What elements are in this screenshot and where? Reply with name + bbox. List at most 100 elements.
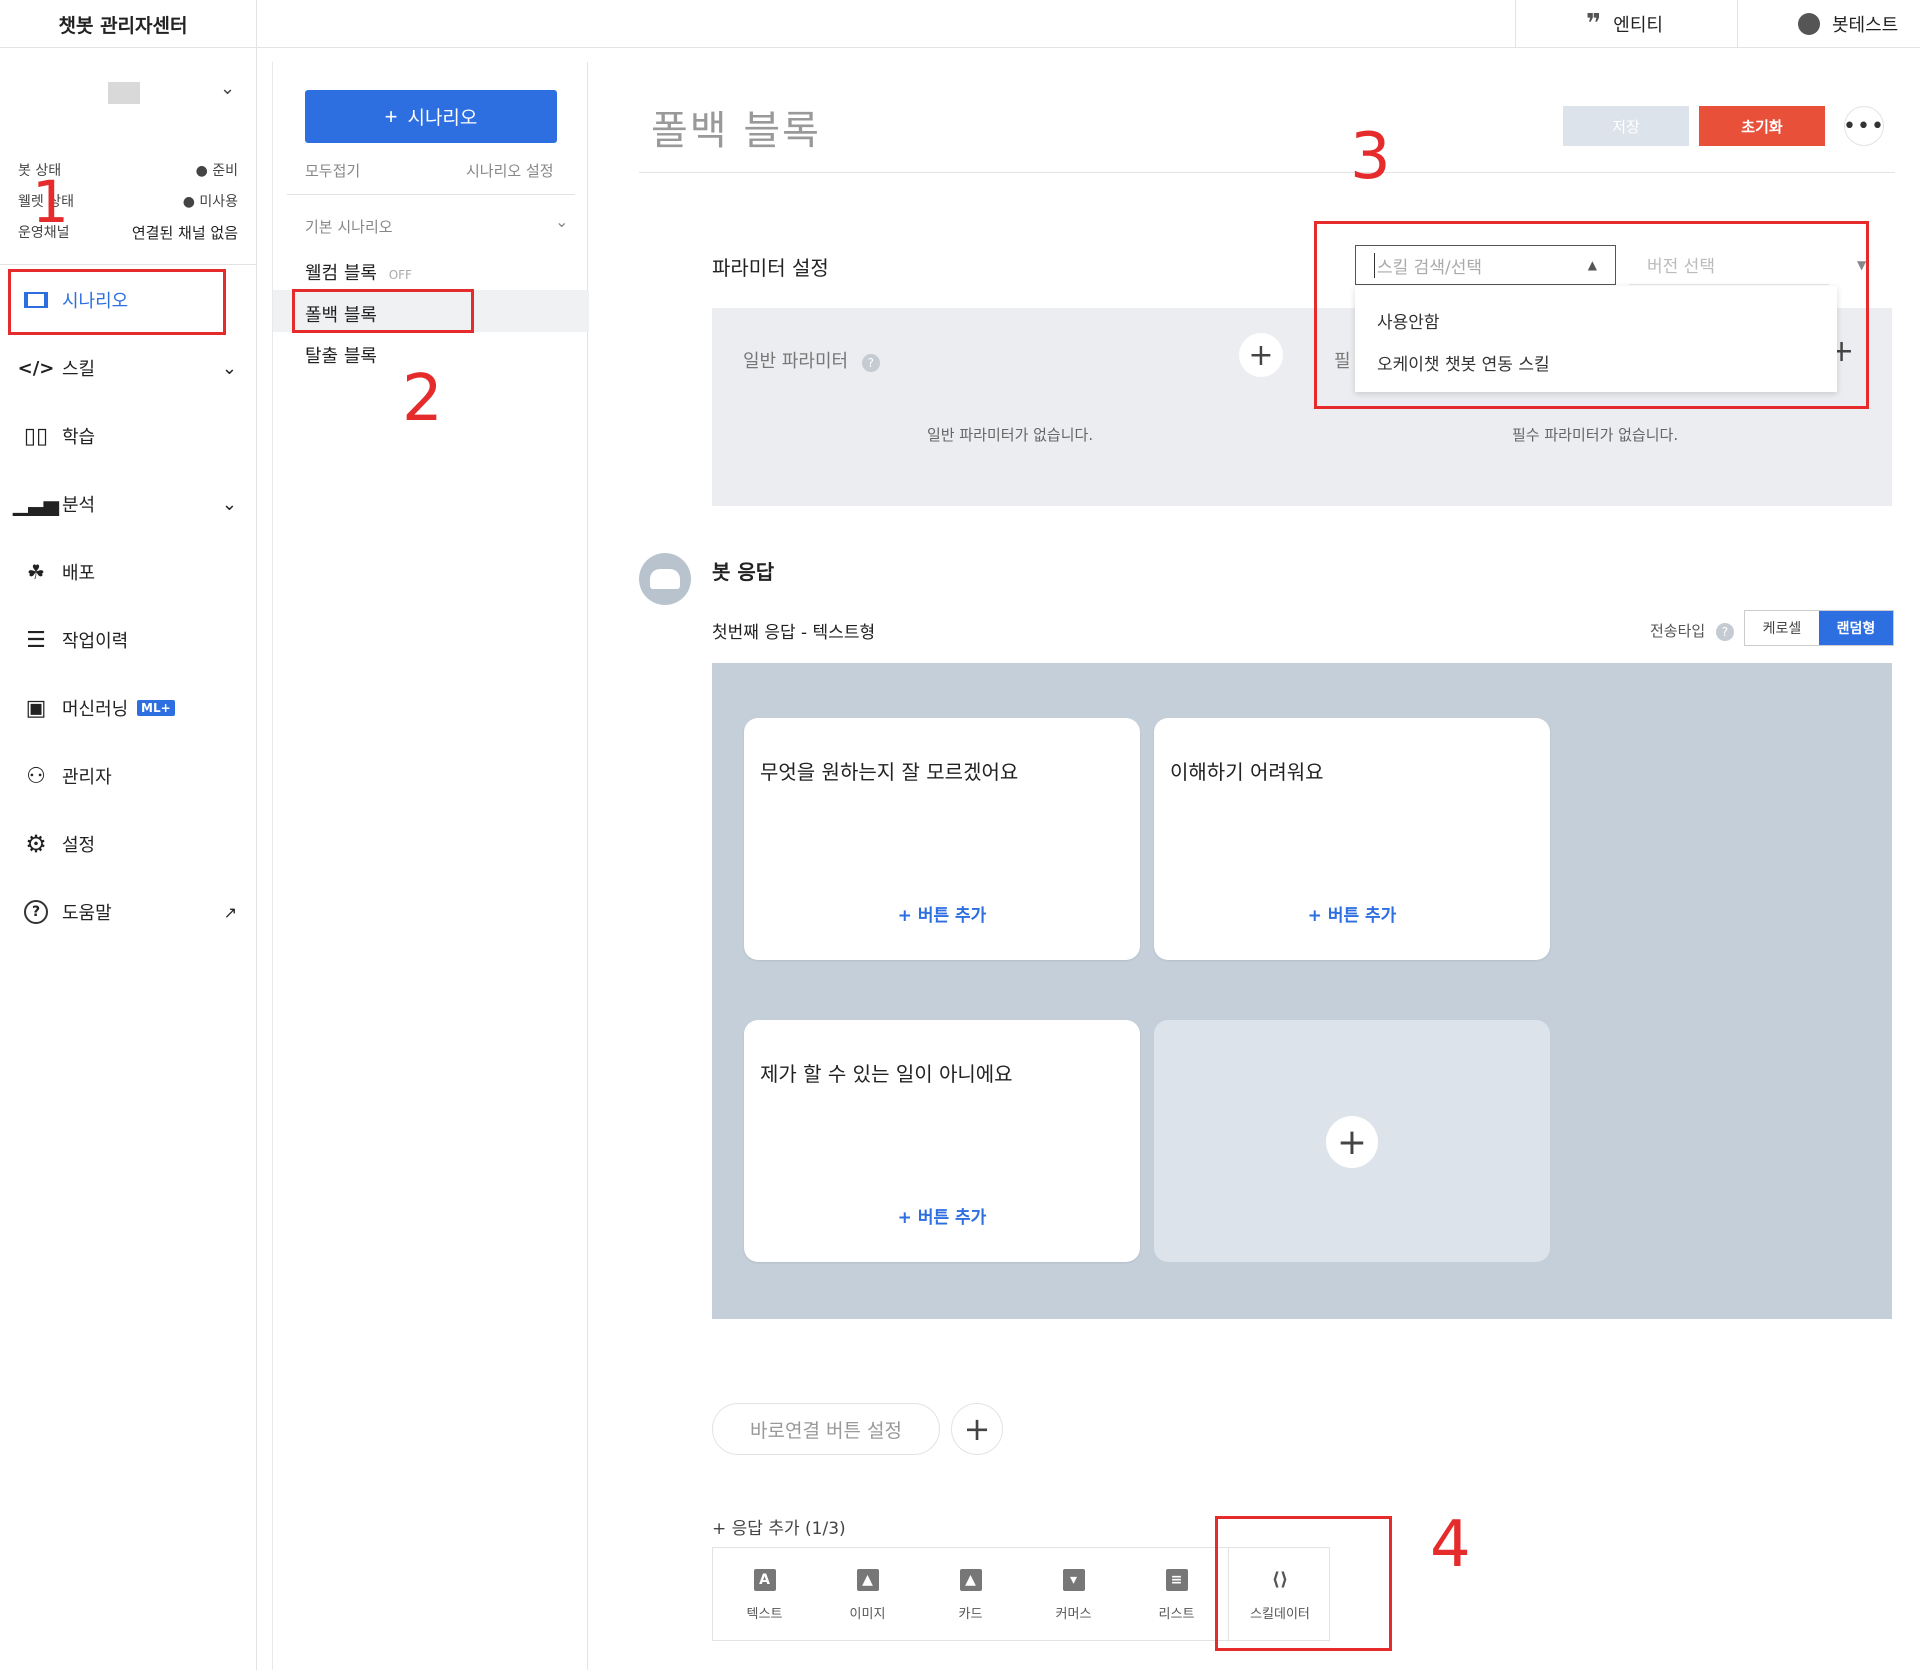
param-section-title: 파라미터 설정 (712, 256, 829, 280)
chip-icon: ▣ (25, 695, 47, 721)
annotation-number-3: 3 (1350, 120, 1391, 194)
nav-label: 분석 (62, 495, 96, 516)
annotation-box-1 (8, 269, 226, 335)
add-button-link[interactable]: + 버튼 추가 (744, 901, 1140, 926)
chevron-down-icon: ⌄ (221, 357, 237, 379)
text-type-icon: A (753, 1568, 776, 1591)
add-response-label: + 응답 추가 (1/3) (712, 1519, 846, 1539)
page-title: 폴백 블록 (651, 108, 821, 154)
entity-button[interactable]: ❞ 엔티티 (1515, 0, 1737, 48)
chevron-down-icon[interactable]: ⌄ (220, 78, 235, 99)
nav-label: 스킬 (62, 359, 96, 380)
nav-label: 설정 (62, 835, 96, 856)
nav-item-analytics[interactable]: ▁▃▅ 분석 ⌄ (0, 476, 257, 532)
nav-label: 관리자 (62, 767, 112, 788)
response-type-image[interactable]: ▲ 이미지 (816, 1548, 919, 1642)
add-scenario-button[interactable]: + 시나리오 (305, 90, 557, 143)
save-button[interactable]: 저장 (1563, 106, 1689, 146)
nav-item-help[interactable]: ? 도움말 ↗ (0, 884, 257, 940)
response-card[interactable]: 제가 할 수 있는 일이 아니에요 + 버튼 추가 (744, 1020, 1140, 1262)
quick-reply-button[interactable]: 바로연결 버튼 설정 (712, 1403, 940, 1455)
image-type-icon: ▲ (856, 1568, 879, 1591)
send-type-random[interactable]: 랜덤형 (1819, 611, 1893, 645)
response-type-card[interactable]: ▲ 카드 (919, 1548, 1022, 1642)
chevron-down-icon: ⌄ (221, 493, 237, 515)
card-text: 무엇을 원하는지 잘 모르겠어요 (760, 760, 1019, 784)
scenario-item-welcome[interactable]: 웰컴 블록 OFF (305, 259, 412, 285)
response-type-label: 커머스 (1055, 1606, 1092, 1622)
document-icon: ☰ (26, 627, 46, 653)
first-response-label: 첫번째 응답 - 텍스트형 (712, 623, 876, 643)
scenario-item-exit[interactable]: 탈출 블록 (305, 342, 377, 368)
quote-icon: ❞ (1586, 9, 1602, 39)
divider (0, 264, 257, 265)
response-type-label: 카드 (958, 1606, 983, 1622)
bot-test-button[interactable]: 봇테스트 (1737, 0, 1920, 48)
response-type-commerce[interactable]: ▾ 커머스 (1022, 1548, 1125, 1642)
status-value: ● 미사용 (182, 194, 238, 210)
collapse-all-link[interactable]: 모두접기 (305, 160, 360, 181)
add-scenario-label: 시나리오 (407, 108, 478, 129)
card-type-icon: ▲ (959, 1568, 982, 1591)
add-quick-reply-button[interactable]: + (951, 1403, 1003, 1455)
nav-item-admin[interactable]: ⚇ 관리자 (0, 748, 257, 804)
response-type-text[interactable]: A 텍스트 (713, 1548, 816, 1642)
required-param-empty: 필수 파라미터가 없습니다. (1512, 426, 1679, 444)
deploy-icon: ☘ (27, 560, 45, 584)
bar-chart-icon: ▁▃▅ (12, 492, 60, 516)
annotation-number-2: 2 (402, 362, 443, 436)
status-value: 연결된 채널 없음 (131, 224, 238, 242)
add-general-param-button[interactable]: + (1239, 333, 1283, 377)
bot-response-title: 봇 응답 (712, 560, 775, 584)
bot-avatar-icon (639, 553, 691, 605)
bot-test-label: 봇테스트 (1832, 15, 1899, 36)
nav-item-deploy[interactable]: ☘ 배포 (0, 544, 257, 600)
external-link-icon: ↗ (223, 902, 237, 922)
chat-bubble-icon (1798, 13, 1820, 35)
add-button-link[interactable]: + 버튼 추가 (1154, 901, 1550, 926)
send-type-label: 전송타입 ? (1650, 620, 1734, 641)
nav-item-ml[interactable]: ▣ 머신러닝 ML+ (0, 680, 257, 736)
more-options-icon[interactable]: ••• (1843, 106, 1884, 146)
gear-icon: ⚙ (25, 830, 47, 858)
code-icon: </> (17, 357, 55, 379)
entity-label: 엔티티 (1613, 15, 1663, 36)
response-card[interactable]: 무엇을 원하는지 잘 모르겠어요 + 버튼 추가 (744, 718, 1140, 960)
response-card[interactable]: 이해하기 어려워요 + 버튼 추가 (1154, 718, 1550, 960)
add-card-slot[interactable]: + (1154, 1020, 1550, 1262)
plus-icon: + (384, 103, 398, 129)
add-button-link[interactable]: + 버튼 추가 (744, 1203, 1140, 1228)
general-param-label: 일반 파라미터 ? (743, 347, 880, 373)
card-text: 제가 할 수 있는 일이 아니에요 (760, 1062, 1013, 1086)
commerce-type-icon: ▾ (1062, 1568, 1085, 1591)
annotation-box-2 (292, 289, 474, 333)
general-param-empty: 일반 파라미터가 없습니다. (927, 426, 1094, 444)
response-type-label: 이미지 (849, 1606, 886, 1622)
nav-label: 도움말 (62, 903, 112, 924)
send-type-toggle: 케로셀 랜덤형 (1744, 610, 1894, 646)
nav-item-history[interactable]: ☰ 작업이력 (0, 612, 257, 668)
chevron-down-icon[interactable]: ⌄ (555, 212, 568, 231)
divider (287, 194, 575, 195)
help-icon[interactable]: ? (861, 354, 880, 372)
response-type-list[interactable]: ≡ 리스트 (1125, 1548, 1228, 1642)
off-tag: OFF (388, 268, 412, 282)
nav-item-skill[interactable]: </> 스킬 ⌄ (0, 340, 257, 396)
bot-avatar[interactable] (108, 82, 140, 104)
nav-item-learning[interactable]: ▯▯ 학습 (0, 408, 257, 464)
send-type-carousel[interactable]: 케로셀 (1745, 611, 1819, 645)
nav-label: 머신러닝 (62, 699, 129, 720)
help-icon[interactable]: ? (1715, 623, 1734, 641)
nav-label: 학습 (62, 427, 96, 448)
status-value: ● 준비 (195, 163, 238, 179)
scenario-group-label: 기본 시나리오 (305, 218, 393, 236)
user-gear-icon: ⚇ (26, 763, 46, 789)
brand-title: 챗봇 관리자센터 (0, 0, 257, 48)
nav-item-settings[interactable]: ⚙ 설정 (0, 816, 257, 872)
scenario-item-label: 탈출 블록 (305, 346, 377, 367)
plus-icon[interactable]: + (1326, 1116, 1378, 1168)
scenario-settings-link[interactable]: 시나리오 설정 (466, 160, 554, 181)
top-bar: 챗봇 관리자센터 ❞ 엔티티 봇테스트 (0, 0, 1920, 48)
card-text: 이해하기 어려워요 (1170, 760, 1324, 784)
reset-button[interactable]: 초기화 (1699, 106, 1825, 146)
